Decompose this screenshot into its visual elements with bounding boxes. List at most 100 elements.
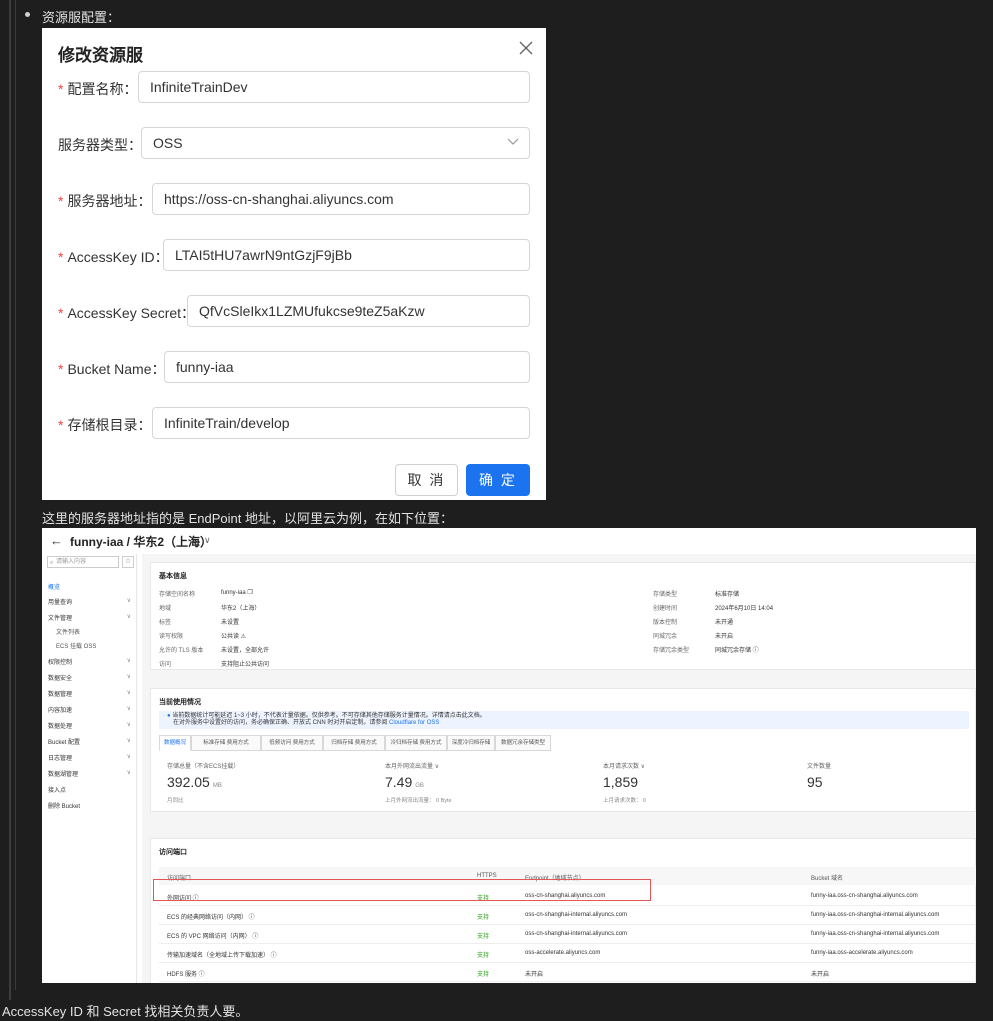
sidebar-item[interactable]: 用量查询 ∨ bbox=[48, 597, 133, 606]
bucket-name-row: * Bucket Name： funny-iaa bbox=[42, 351, 546, 383]
oss-sidebar: ⌕ 请输入内容 ☆ 概览 用量查询 ∨ 文件管理 ∨ 文件列表 ECS 挂载 OSS 权限控制… bbox=[42, 554, 137, 983]
oss-header: ← funny-iaa / 华东2（上海） ∨ bbox=[42, 528, 976, 552]
chevron-down-icon: ∨ bbox=[126, 722, 131, 728]
access-port-title: 访问端口 bbox=[159, 849, 187, 856]
basic-info-field: 存储空间名称 funny-iaa ❐ bbox=[159, 590, 253, 598]
usage-tab[interactable]: 冷归档存储 费用方式 bbox=[385, 735, 447, 751]
stat-value: 7.49 GB bbox=[385, 774, 424, 790]
search-icon: ⌕ bbox=[50, 560, 54, 566]
section-heading: 资源服配置： bbox=[42, 10, 121, 25]
list-bullet bbox=[25, 12, 30, 17]
basic-info-field: 访问 支持阻止公共访问 bbox=[159, 662, 270, 668]
indent-guide bbox=[9, 0, 11, 1000]
config-name-input[interactable]: InfiniteTrainDev bbox=[138, 71, 530, 103]
basic-info-field: 同城冗余 未开启 bbox=[653, 634, 734, 640]
basic-info-field: 允许的 TLS 版本 未设置，全部允许 bbox=[159, 648, 270, 654]
sidebar-item[interactable]: 数据湖管理 ∨ bbox=[48, 769, 133, 778]
sidebar-item[interactable]: 数据管理 ∨ bbox=[48, 689, 133, 698]
usage-tab[interactable]: 低频访问 费用方式 bbox=[261, 735, 323, 751]
cloudflare-link[interactable]: Cloudflare for OSS bbox=[389, 720, 439, 726]
basic-info-field: 读写权限 公共读 ⚠ bbox=[159, 634, 247, 640]
server-address-row: * 服务器地址： https://oss-cn-shanghai.aliyuncs… bbox=[42, 183, 546, 215]
oss-main: 基本信息 存储空间名称 funny-iaa ❐ 地域 华东2（上海） 标签 未设置读写权限… bbox=[142, 554, 976, 983]
chevron-down-icon: ∨ bbox=[126, 754, 131, 760]
required-mark: * bbox=[58, 81, 64, 97]
access-key-id-label: * AccessKey ID： bbox=[58, 249, 169, 265]
access-key-secret-row: * AccessKey Secret： QfVcSleIkx1LZMUfukcse… bbox=[42, 295, 546, 327]
usage-tab[interactable]: 数据概况 bbox=[159, 735, 191, 751]
usage-tab[interactable]: 归档存储 费用方式 bbox=[323, 735, 385, 751]
basic-info-field: 标签 未设置 bbox=[159, 620, 240, 626]
sidebar-search-input[interactable]: ⌕ 请输入内容 bbox=[47, 556, 119, 568]
storage-root-input[interactable]: InfiniteTrain/develop bbox=[152, 407, 530, 439]
indent-guide-inner bbox=[15, 0, 16, 990]
stat-label: 文件数量 bbox=[807, 764, 832, 770]
sidebar-item[interactable]: 日志管理 ∨ bbox=[48, 753, 133, 762]
access-key-id-input[interactable]: LTAI5tHU7awrN9ntGzjF9jBb bbox=[163, 239, 530, 271]
sidebar-item[interactable]: ECS 挂载 OSS bbox=[56, 641, 141, 650]
stat-subtext: 上月请求次数： 0 bbox=[603, 798, 647, 804]
endpoint-highlight-box bbox=[153, 879, 651, 901]
access-table-row: ECS 的 VPC 网络访问（内网） ⓘ 支持 oss-cn-shanghai-in… bbox=[159, 925, 976, 944]
usage-tab[interactable]: 标准存储 费用方式 bbox=[191, 735, 261, 751]
stat-value: 95 bbox=[807, 774, 823, 790]
usage-tab[interactable]: 深度冷归档存储 bbox=[447, 735, 495, 751]
chevron-down-icon: ∨ bbox=[126, 738, 131, 744]
basic-info-field: 版本控制 未开通 bbox=[653, 620, 734, 626]
chevron-down-icon: ∨ bbox=[126, 658, 131, 664]
star-icon[interactable]: ☆ bbox=[122, 556, 134, 568]
basic-info-card: 基本信息 存储空间名称 funny-iaa ❐ 地域 华东2（上海） 标签 未设置读写权限… bbox=[150, 562, 976, 670]
close-icon[interactable] bbox=[518, 40, 534, 56]
usage-info-banner: ● 当前数据统计可能延迟 1~3 小时，不代表计量依据。仅供参考。不可存储其他存… bbox=[159, 711, 969, 729]
config-name-label: * 配置名称： bbox=[58, 81, 138, 97]
sidebar-item[interactable]: 文件列表 bbox=[56, 627, 141, 636]
sidebar-item[interactable]: Bucket 配置 ∨ bbox=[48, 737, 133, 746]
access-table-row: HDFS 服务 ⓘ 支持 未开启 未开启 bbox=[159, 963, 976, 982]
chevron-down-icon: ∨ bbox=[126, 690, 131, 696]
chevron-down-icon: ∨ bbox=[126, 614, 131, 620]
access-key-id-row: * AccessKey ID： LTAI5tHU7awrN9ntGzjF9jBb bbox=[42, 239, 546, 271]
basic-info-field: 存储冗余类型 同城冗余存储 ⓘ bbox=[653, 648, 759, 654]
server-type-select[interactable]: OSS bbox=[141, 127, 530, 159]
storage-root-label: * 存储根目录： bbox=[58, 417, 152, 433]
sidebar-item[interactable]: 文件管理 ∨ bbox=[48, 613, 133, 622]
stat-subtext: 上月外网流出流量： 0 Byte bbox=[385, 798, 452, 804]
chevron-down-icon[interactable]: ∨ bbox=[204, 535, 211, 546]
basic-info-title: 基本信息 bbox=[159, 573, 187, 580]
sidebar-item[interactable]: 接入点 bbox=[48, 785, 133, 794]
access-port-card: 访问端口 访问端口 HTTPS Endpoint（地域节点） Bucket 域名… bbox=[150, 838, 976, 983]
dialog-title: 修改资源服 bbox=[58, 46, 143, 65]
chevron-down-icon: ∨ bbox=[126, 674, 131, 680]
usage-card: 当前使用情况 ● 当前数据统计可能延迟 1~3 小时，不代表计量依据。仅供参考。… bbox=[150, 688, 976, 812]
server-type-label: 服务器类型： bbox=[58, 137, 142, 153]
cancel-button[interactable]: 取 消 bbox=[395, 464, 458, 496]
bucket-name-input[interactable]: funny-iaa bbox=[164, 351, 530, 383]
usage-title: 当前使用情况 bbox=[159, 699, 201, 706]
confirm-button[interactable]: 确 定 bbox=[466, 464, 530, 496]
back-arrow-icon[interactable]: ← bbox=[50, 533, 63, 548]
sidebar-item[interactable]: 数据处理 ∨ bbox=[48, 721, 133, 730]
server-address-label: * 服务器地址： bbox=[58, 193, 152, 209]
stat-label: 本月外网流出流量 ∨ bbox=[385, 764, 440, 770]
sidebar-item[interactable]: 数据安全 ∨ bbox=[48, 673, 133, 682]
bucket-name-label: * Bucket Name： bbox=[58, 361, 166, 377]
chevron-down-icon: ∨ bbox=[126, 770, 131, 776]
server-address-input[interactable]: https://oss-cn-shanghai.aliyuncs.com bbox=[152, 183, 530, 215]
storage-root-row: * 存储根目录： InfiniteTrain/develop bbox=[42, 407, 546, 439]
access-table-row: ECS 的经典网络访问（内网） ⓘ 支持 oss-cn-shanghai-inter… bbox=[159, 906, 976, 925]
sidebar-item[interactable]: 概览 bbox=[48, 582, 133, 591]
endpoint-explanation: 这里的服务器地址指的是 EndPoint 地址，以阿里云为例，在如下位置： bbox=[42, 511, 453, 526]
accesskey-note: AccessKey ID 和 Secret 找相关负责人要。 bbox=[2, 1004, 249, 1019]
edit-resource-dialog: 修改资源服 * 配置名称： InfiniteTrainDev 服务器类型： OSS… bbox=[42, 28, 546, 500]
access-key-secret-input[interactable]: QfVcSleIkx1LZMUfukcse9teZ5aKzw bbox=[187, 295, 530, 327]
usage-tab[interactable]: 数据冗余存储类型 bbox=[495, 735, 551, 751]
basic-info-field: 地域 华东2（上海） bbox=[159, 606, 261, 612]
access-table-row: 传输加速域名（全地域上传下载加速） ⓘ 支持 oss-accelerate.aliy… bbox=[159, 944, 976, 963]
stat-value: 1,859 bbox=[603, 774, 639, 790]
server-type-row: 服务器类型： OSS bbox=[42, 127, 546, 159]
sidebar-item[interactable]: 删除 Bucket bbox=[48, 801, 133, 810]
sidebar-item[interactable]: 权限控制 ∨ bbox=[48, 657, 133, 666]
sidebar-item[interactable]: 内容加速 ∨ bbox=[48, 705, 133, 714]
stat-value: 392.05 MB bbox=[167, 774, 222, 790]
info-icon: ● bbox=[167, 713, 171, 719]
